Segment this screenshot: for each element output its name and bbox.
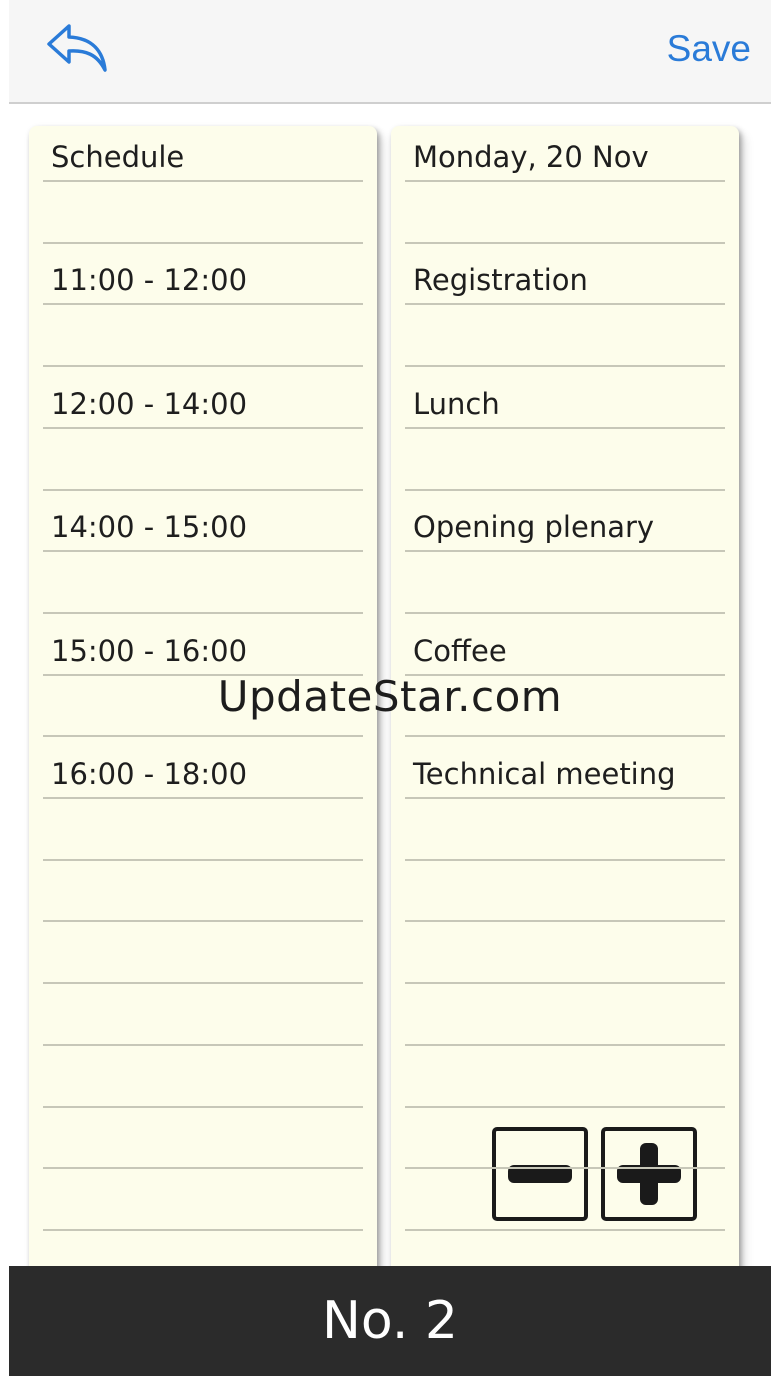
back-button[interactable]	[45, 22, 111, 74]
ruled-line	[43, 735, 363, 738]
time-row[interactable]: 12:00 - 14:00	[51, 387, 247, 421]
decrease-button[interactable]	[492, 1127, 588, 1221]
increase-button[interactable]	[601, 1127, 697, 1221]
ruled-line	[43, 1043, 363, 1046]
ruled-line	[405, 180, 725, 182]
navigation-bar: Save	[9, 0, 771, 104]
time-row[interactable]: 11:00 - 12:00	[51, 263, 247, 297]
ruled-line	[405, 1167, 725, 1170]
ruled-line	[405, 797, 725, 799]
ruled-line	[405, 241, 725, 244]
ruled-line	[43, 673, 363, 676]
ruled-line	[43, 488, 363, 491]
ruled-line	[405, 673, 725, 676]
time-row[interactable]: 14:00 - 15:00	[51, 510, 247, 544]
ruled-line	[43, 303, 363, 306]
ruled-line	[405, 920, 725, 923]
ruled-line	[405, 550, 725, 553]
ruled-line	[43, 426, 363, 429]
ruled-line	[43, 241, 363, 244]
ruled-line	[405, 1043, 725, 1046]
times-column: 16:00 - 18:00 15:00 - 16:00 14:00 - 15:00 1…	[29, 126, 377, 1266]
schedule-area: 16:00 - 18:00 15:00 - 16:00 14:00 - 15:00 1…	[9, 104, 771, 1266]
ruled-line	[405, 303, 725, 306]
footer-bar: No. 2	[9, 1266, 771, 1376]
footer-label: No. 2	[322, 1291, 458, 1351]
ruled-line	[43, 920, 363, 923]
ruled-line	[405, 982, 725, 985]
ruled-line	[43, 550, 363, 553]
ruled-line	[405, 1228, 725, 1231]
ruled-line	[405, 735, 725, 738]
ruled-line	[43, 982, 363, 985]
event-row[interactable]: Monday, 20 Nov	[413, 140, 649, 174]
ruled-line	[43, 1105, 363, 1108]
ruled-line	[405, 1105, 725, 1108]
ruled-line	[43, 1228, 363, 1231]
ruled-line	[405, 858, 725, 861]
ruled-line	[43, 1167, 363, 1170]
time-row[interactable]: Schedule	[51, 140, 184, 174]
event-row[interactable]: Lunch	[413, 387, 500, 421]
time-row[interactable]: 16:00 - 18:00	[51, 757, 247, 791]
event-row[interactable]: Coffee	[413, 634, 507, 668]
reply-arrow-icon	[47, 24, 107, 72]
event-row[interactable]: Technical meeting	[413, 757, 676, 791]
ruled-line	[43, 797, 363, 799]
ruled-line	[405, 488, 725, 491]
ruled-line	[43, 611, 363, 614]
time-row[interactable]: 15:00 - 16:00	[51, 634, 247, 668]
save-button[interactable]: Save	[667, 28, 751, 70]
ruled-line	[43, 858, 363, 861]
ruled-line	[43, 365, 363, 368]
events-column: Technical meeting Coffee Opening plenary Lu…	[391, 126, 739, 1266]
ruled-line	[43, 180, 363, 182]
event-row[interactable]: Opening plenary	[413, 510, 654, 544]
ruled-line	[405, 365, 725, 368]
event-row[interactable]: Registration	[413, 263, 588, 297]
ruled-line	[405, 611, 725, 614]
ruled-line	[405, 426, 725, 429]
